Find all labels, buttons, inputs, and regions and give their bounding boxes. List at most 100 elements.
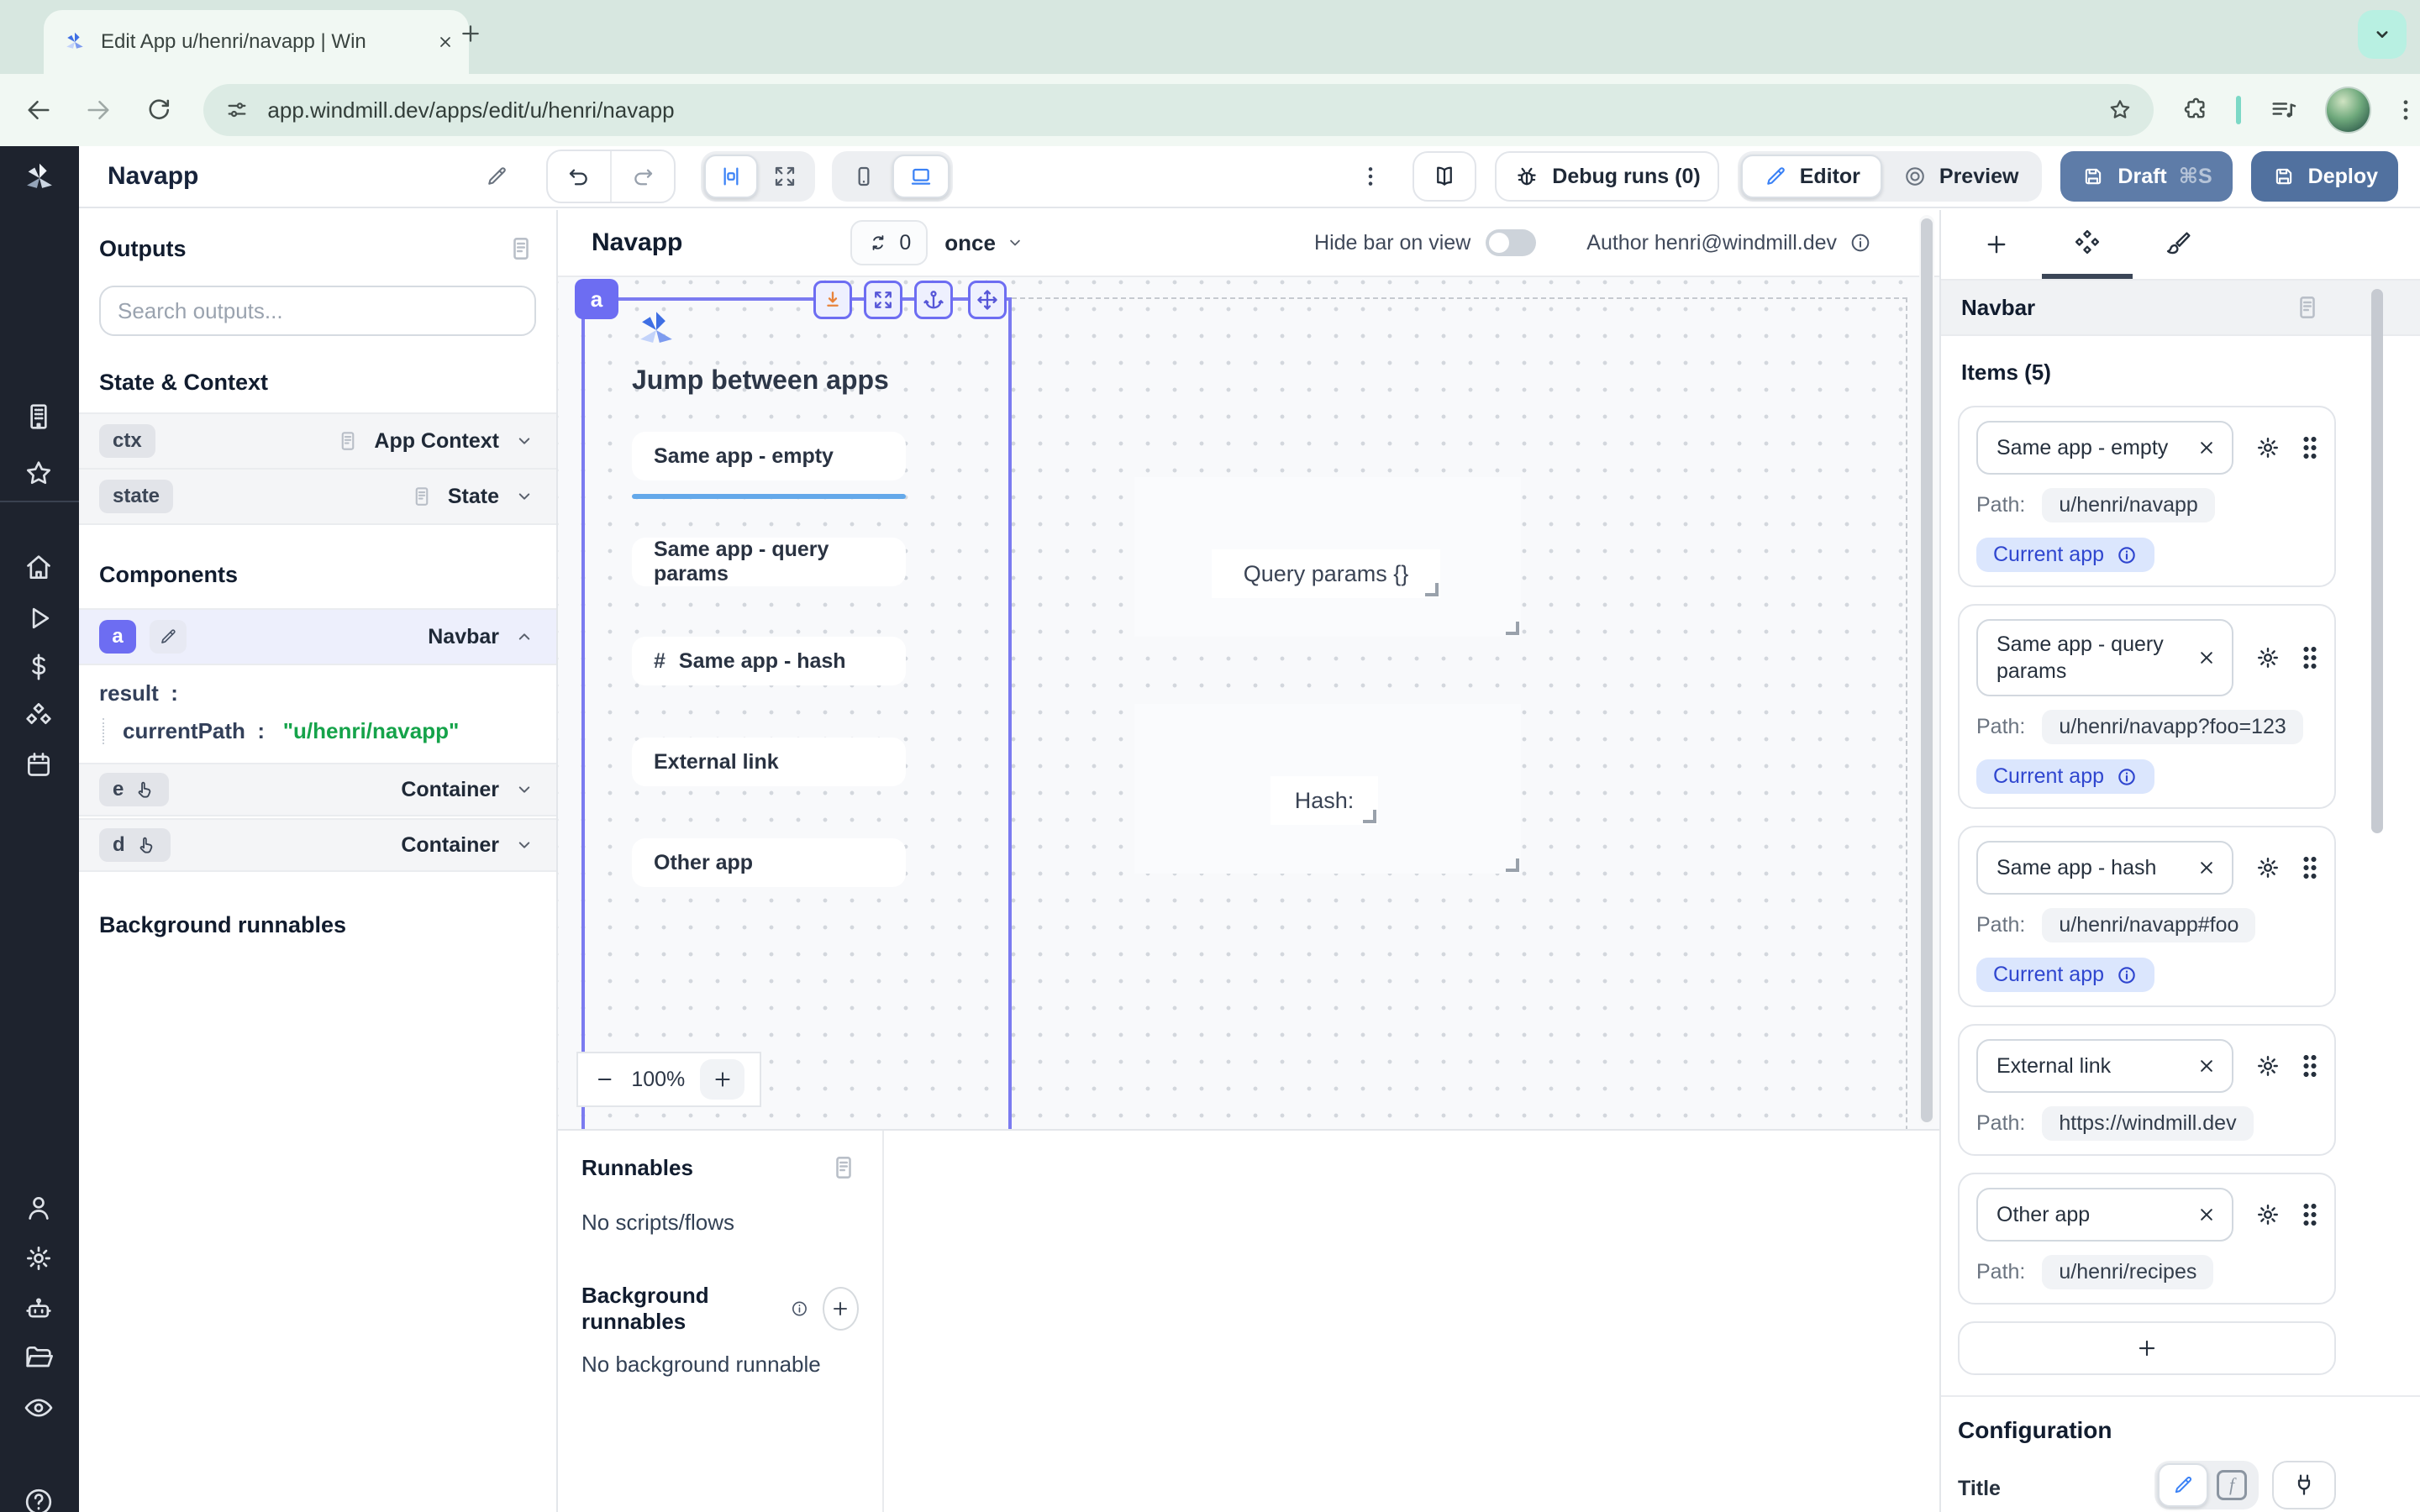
global-styling-tab[interactable]	[2133, 210, 2223, 279]
runnables-doc-icon[interactable]	[829, 1152, 859, 1183]
nav-item-other-app[interactable]: Other app	[632, 838, 906, 887]
windmill-logo[interactable]	[0, 146, 79, 210]
component-doc-icon[interactable]	[2292, 292, 2323, 323]
tab-list-button[interactable]	[2358, 10, 2407, 59]
add-item-button[interactable]	[1958, 1321, 2336, 1375]
refresh-count-button[interactable]: 0	[850, 220, 928, 265]
info-icon[interactable]	[2116, 964, 2138, 986]
person-icon[interactable]	[22, 1191, 55, 1225]
refresh-mode-dropdown[interactable]: once	[944, 230, 1026, 256]
star-icon[interactable]	[22, 457, 55, 491]
item-path[interactable]: u/henri/navapp	[2042, 488, 2214, 522]
clear-icon[interactable]	[2195, 646, 2218, 669]
deploy-button[interactable]: Deploy	[2251, 151, 2398, 202]
browser-tab[interactable]: Edit App u/henri/navapp | Win	[44, 10, 469, 74]
drag-handle-icon[interactable]	[2302, 1053, 2317, 1079]
expression-mode-button[interactable]: f	[2208, 1463, 2255, 1507]
mobile-view-button[interactable]	[835, 155, 892, 198]
item-path[interactable]: https://windmill.dev	[2042, 1106, 2253, 1141]
state-row[interactable]: state State	[79, 468, 556, 525]
info-icon[interactable]	[2116, 766, 2138, 788]
settings-panel-scrollbar[interactable]	[2371, 289, 2383, 833]
center-layout-button[interactable]	[704, 155, 758, 198]
selected-component-badge[interactable]: a	[575, 279, 618, 319]
resize-handle[interactable]	[1506, 622, 1519, 635]
reload-icon[interactable]	[137, 88, 180, 132]
editor-tab[interactable]: Editor	[1741, 155, 1882, 198]
debug-runs-button[interactable]: Debug runs (0)	[1495, 151, 1718, 202]
clear-icon[interactable]	[2195, 1203, 2218, 1226]
url-bar[interactable]: app.windmill.dev/apps/edit/u/henri/navap…	[203, 84, 2153, 136]
chevron-down-icon[interactable]	[513, 429, 536, 453]
chevron-up-icon[interactable]	[513, 625, 536, 648]
clear-icon[interactable]	[2195, 1054, 2218, 1078]
forward-icon[interactable]	[76, 88, 119, 132]
more-options-icon[interactable]	[1357, 163, 1384, 190]
nav-item-same-app-empty[interactable]: Same app - empty	[632, 432, 906, 480]
bookmark-star-icon[interactable]	[2107, 97, 2133, 123]
canvas-scrollbar[interactable]	[1919, 215, 1934, 1126]
query-params-container[interactable]: Query params {}	[1134, 477, 1521, 637]
component-row-container-d[interactable]: d Container	[79, 818, 556, 872]
expand-icon[interactable]	[864, 281, 902, 319]
help-icon[interactable]	[22, 1485, 55, 1512]
component-settings-tab[interactable]	[2042, 210, 2133, 279]
back-icon[interactable]	[17, 88, 60, 132]
connect-input-button[interactable]	[2272, 1461, 2336, 1509]
browser-profile-avatar[interactable]	[2325, 87, 2371, 134]
item-path[interactable]: u/henri/navapp#foo	[2042, 908, 2255, 942]
anchor-icon[interactable]	[914, 281, 953, 319]
full-width-layout-button[interactable]	[758, 155, 812, 198]
item-label-input[interactable]: Same app - empty	[1976, 421, 2233, 475]
drag-handle-icon[interactable]	[2302, 435, 2317, 460]
extensions-icon[interactable]	[2181, 96, 2209, 124]
desktop-view-button[interactable]	[892, 155, 950, 198]
add-background-runnable-button[interactable]	[823, 1287, 859, 1331]
chevron-down-icon[interactable]	[513, 778, 536, 801]
home-icon[interactable]	[22, 551, 55, 585]
folder-icon[interactable]	[22, 1341, 55, 1374]
search-outputs-input[interactable]: Search outputs...	[99, 286, 536, 336]
nav-item-external-link[interactable]: External link	[632, 738, 906, 786]
redo-button[interactable]	[610, 151, 674, 202]
info-icon[interactable]	[790, 1297, 809, 1320]
draft-button[interactable]: Draft⌘S	[2060, 151, 2232, 202]
item-settings-gear-icon[interactable]	[2254, 643, 2282, 672]
move-icon[interactable]	[968, 281, 1007, 319]
building-icon[interactable]	[22, 400, 55, 433]
drag-handle-icon[interactable]	[2302, 1202, 2317, 1227]
calendar-icon[interactable]	[22, 748, 55, 781]
edit-id-icon[interactable]	[150, 620, 187, 654]
cubes-icon[interactable]	[22, 699, 55, 732]
ctx-row[interactable]: ctx App Context	[79, 412, 556, 470]
hide-bar-toggle[interactable]	[1486, 229, 1536, 256]
component-row-container-e[interactable]: e Container	[79, 763, 556, 816]
chevron-down-icon[interactable]	[513, 485, 536, 508]
item-path[interactable]: u/henri/recipes	[2042, 1255, 2213, 1289]
item-settings-gear-icon[interactable]	[2254, 1200, 2282, 1229]
nav-item-query-params[interactable]: Same app - query params	[632, 538, 906, 586]
tab-close-icon[interactable]	[435, 32, 455, 52]
clear-icon[interactable]	[2195, 436, 2218, 459]
media-controls-icon[interactable]	[2268, 95, 2298, 125]
gear-icon[interactable]	[22, 1242, 55, 1275]
site-settings-icon[interactable]	[224, 97, 250, 123]
zoom-in-button[interactable]	[700, 1059, 744, 1100]
info-icon[interactable]	[1849, 231, 1872, 255]
rename-app-icon[interactable]	[484, 164, 509, 189]
insert-below-icon[interactable]	[813, 281, 852, 319]
zoom-out-icon[interactable]	[593, 1068, 616, 1091]
app-canvas[interactable]: a Jump between apps Same app - empty Sam…	[558, 277, 1939, 1129]
drag-handle-icon[interactable]	[2302, 855, 2317, 880]
outputs-doc-icon[interactable]	[506, 234, 536, 264]
chevron-down-icon[interactable]	[513, 833, 536, 857]
dollar-icon[interactable]	[22, 650, 55, 684]
resize-handle[interactable]	[1506, 858, 1519, 872]
static-value-mode-button[interactable]	[2158, 1463, 2208, 1507]
insert-component-tab[interactable]	[1951, 210, 2042, 279]
item-label-input[interactable]: Same app - query params	[1976, 619, 2233, 696]
info-icon[interactable]	[2116, 544, 2138, 566]
item-settings-gear-icon[interactable]	[2254, 853, 2282, 882]
preview-tab[interactable]: Preview	[1882, 155, 2039, 198]
item-settings-gear-icon[interactable]	[2254, 1052, 2282, 1080]
